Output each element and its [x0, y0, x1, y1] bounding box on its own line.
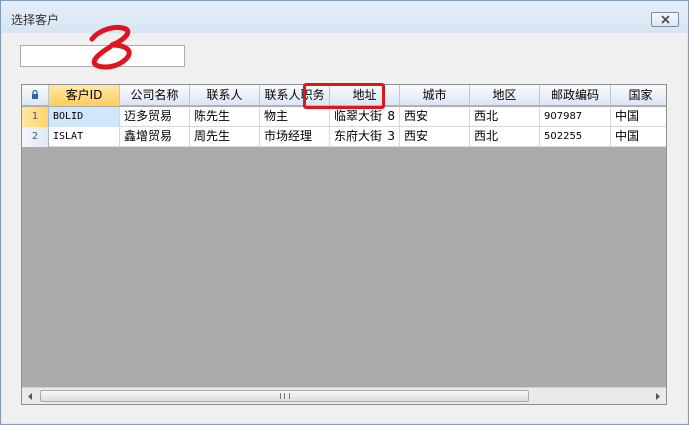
cell-contact[interactable]: 陈先生	[190, 107, 260, 127]
col-header-company[interactable]: 公司名称	[120, 85, 190, 106]
arrow-right-icon	[656, 392, 660, 400]
cell-country[interactable]: 中国	[611, 107, 666, 127]
table-row[interactable]: 2 ISLAT 鑫增贸易 周先生 市场经理 东府大街 3 西安 西北 50225…	[22, 127, 666, 147]
col-header-postal-code[interactable]: 邮政编码	[540, 85, 611, 106]
cell-country[interactable]: 中国	[611, 127, 666, 147]
cell-address[interactable]: 临翠大街 8	[330, 107, 400, 127]
close-button[interactable]	[651, 12, 679, 27]
title-bar[interactable]: 选择客户	[1, 1, 688, 33]
cell-customer-id[interactable]: BOLID	[49, 107, 120, 127]
select-customer-dialog: 选择客户 客户ID 公司名称 联系人 联系人职务 地址 城市 地区 邮政编码 国…	[0, 0, 689, 425]
col-header-country[interactable]: 国家	[611, 85, 666, 106]
row-number[interactable]: 2	[22, 127, 49, 147]
scrollbar-thumb[interactable]	[40, 390, 529, 402]
col-header-region[interactable]: 地区	[470, 85, 540, 106]
window-title: 选择客户	[11, 13, 60, 27]
cell-contact-title[interactable]: 物主	[260, 107, 330, 127]
dialog-content: 客户ID 公司名称 联系人 联系人职务 地址 城市 地区 邮政编码 国家 1 B…	[2, 24, 687, 423]
cell-city[interactable]: 西安	[400, 127, 470, 147]
grid-header: 客户ID 公司名称 联系人 联系人职务 地址 城市 地区 邮政编码 国家	[22, 85, 666, 106]
cell-customer-id[interactable]: ISLAT	[49, 127, 120, 147]
row-number[interactable]: 1	[22, 107, 49, 127]
table-row[interactable]: 1 BOLID 迈多贸易 陈先生 物主 临翠大街 8 西安 西北 907987 …	[22, 107, 666, 127]
grid-corner[interactable]	[22, 85, 49, 106]
cell-region[interactable]: 西北	[470, 107, 540, 127]
cell-contact[interactable]: 周先生	[190, 127, 260, 147]
address-number: 8	[387, 109, 395, 123]
col-header-city[interactable]: 城市	[400, 85, 470, 106]
col-header-contact-title[interactable]: 联系人职务	[260, 85, 330, 106]
cell-address[interactable]: 东府大街 3	[330, 127, 400, 147]
scroll-right-button[interactable]	[649, 388, 666, 404]
lock-icon	[32, 89, 38, 99]
col-header-address[interactable]: 地址	[330, 85, 400, 106]
col-header-customer-id[interactable]: 客户ID	[49, 85, 120, 106]
cell-contact-title[interactable]: 市场经理	[260, 127, 330, 147]
search-input[interactable]	[20, 45, 185, 67]
cell-region[interactable]: 西北	[470, 127, 540, 147]
close-icon	[660, 15, 670, 24]
cell-postal-code[interactable]: 502255	[540, 127, 611, 147]
horizontal-scrollbar[interactable]	[22, 387, 666, 404]
cell-company[interactable]: 迈多贸易	[120, 107, 190, 127]
arrow-left-icon	[28, 392, 32, 400]
address-street: 东府大街	[334, 129, 383, 143]
customer-grid: 客户ID 公司名称 联系人 联系人职务 地址 城市 地区 邮政编码 国家 1 B…	[21, 84, 667, 405]
grip-icon	[280, 393, 290, 399]
cell-postal-code[interactable]: 907987	[540, 107, 611, 127]
col-header-contact[interactable]: 联系人	[190, 85, 260, 106]
address-street: 临翠大街	[334, 109, 383, 123]
address-number: 3	[387, 129, 395, 143]
cell-city[interactable]: 西安	[400, 107, 470, 127]
scroll-left-button[interactable]	[22, 388, 39, 404]
cell-company[interactable]: 鑫增贸易	[120, 127, 190, 147]
